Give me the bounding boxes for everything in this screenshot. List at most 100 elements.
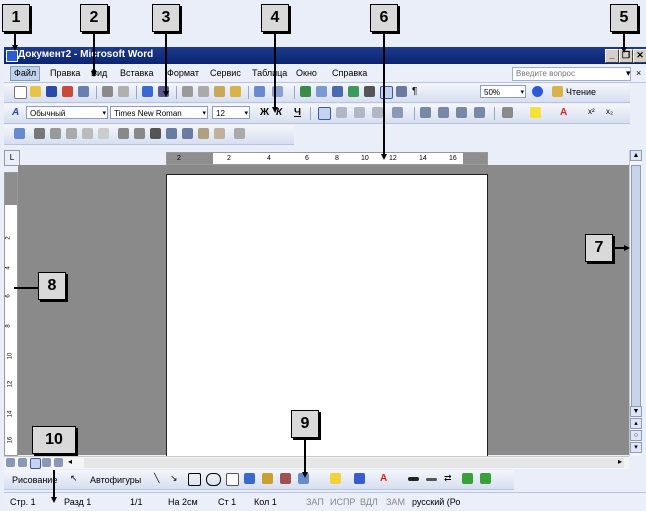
underline-button[interactable]: Ч bbox=[294, 107, 305, 118]
font-color-icon[interactable]: A bbox=[560, 107, 571, 118]
oval-icon[interactable] bbox=[206, 473, 221, 486]
print-icon[interactable] bbox=[102, 86, 113, 97]
compress-icon[interactable] bbox=[166, 128, 177, 139]
tables-borders-icon[interactable] bbox=[316, 86, 327, 97]
status-ovr[interactable]: ЗАМ bbox=[386, 497, 405, 507]
minimize-button[interactable]: _ bbox=[605, 49, 619, 63]
decrease-indent-icon[interactable] bbox=[456, 107, 467, 118]
new-icon[interactable] bbox=[14, 86, 27, 99]
status-ext[interactable]: ВДЛ bbox=[360, 497, 378, 507]
ask-question-input[interactable]: Введите вопрос bbox=[512, 67, 631, 81]
open-icon[interactable] bbox=[30, 86, 41, 97]
menu-help[interactable]: Справка bbox=[332, 68, 367, 78]
shadow-style-icon[interactable] bbox=[462, 473, 473, 484]
ask-dropdown-icon[interactable]: ▾ bbox=[626, 68, 631, 79]
3d-style-icon[interactable] bbox=[480, 473, 491, 484]
web-view-icon[interactable] bbox=[18, 458, 27, 467]
line-style-icon[interactable] bbox=[408, 477, 419, 481]
show-hide-icon[interactable]: ¶ bbox=[412, 86, 423, 97]
wordart-icon[interactable] bbox=[244, 473, 255, 484]
normal-view-icon[interactable] bbox=[6, 458, 15, 467]
align-right-icon[interactable] bbox=[354, 107, 365, 118]
style-select[interactable]: Обычный ▾ bbox=[26, 106, 108, 119]
clipart-icon[interactable] bbox=[280, 473, 291, 484]
dash-style-icon[interactable] bbox=[426, 478, 437, 481]
highlight-icon[interactable] bbox=[530, 107, 541, 118]
help-icon[interactable] bbox=[532, 86, 543, 97]
insert-picture-icon[interactable] bbox=[14, 128, 25, 139]
scroll-left-button[interactable]: ◂ bbox=[68, 457, 79, 468]
next-page-button[interactable]: ▾ bbox=[630, 442, 642, 453]
insert-table-icon[interactable] bbox=[332, 86, 343, 97]
vertical-scroll-thumb[interactable] bbox=[631, 165, 641, 417]
format-picture-icon[interactable] bbox=[198, 128, 209, 139]
reading-icon[interactable] bbox=[552, 86, 563, 97]
undo-icon[interactable] bbox=[254, 86, 265, 97]
horizontal-scrollbar[interactable]: ◂ ▸ bbox=[4, 456, 629, 469]
vertical-scrollbar[interactable]: ▲ ▼ ▴ ○ ▾ bbox=[629, 150, 642, 456]
hyperlink-icon[interactable] bbox=[300, 86, 311, 97]
horizontal-scroll-thumb[interactable] bbox=[84, 458, 624, 468]
outline-view-icon[interactable] bbox=[42, 458, 51, 467]
bullets-icon[interactable] bbox=[438, 107, 449, 118]
text-box-icon[interactable] bbox=[226, 473, 239, 486]
menu-window[interactable]: Окно bbox=[296, 68, 317, 78]
crop-icon[interactable] bbox=[118, 128, 129, 139]
email-icon[interactable] bbox=[78, 86, 89, 97]
less-contrast-icon[interactable] bbox=[66, 128, 77, 139]
menu-edit[interactable]: Правка bbox=[50, 68, 80, 78]
scroll-right-button[interactable]: ▸ bbox=[618, 457, 629, 468]
line-spacing-icon[interactable] bbox=[392, 107, 403, 118]
reset-picture-icon[interactable] bbox=[234, 128, 245, 139]
format-painter-icon[interactable] bbox=[230, 86, 241, 97]
rotate-icon[interactable] bbox=[134, 128, 145, 139]
draw-font-color-icon[interactable]: A bbox=[380, 473, 391, 484]
borders-icon[interactable] bbox=[502, 107, 513, 118]
numbering-icon[interactable] bbox=[420, 107, 431, 118]
doc-close-button[interactable]: × bbox=[636, 68, 641, 78]
permission-icon[interactable] bbox=[62, 86, 73, 97]
menu-file[interactable]: Файл bbox=[10, 66, 41, 81]
print-preview-icon[interactable] bbox=[118, 86, 129, 97]
rectangle-icon[interactable] bbox=[188, 473, 201, 486]
menu-insert[interactable]: Вставка bbox=[120, 68, 153, 78]
cut-icon[interactable] bbox=[182, 86, 193, 97]
previous-page-button[interactable]: ▴ bbox=[630, 418, 642, 429]
scroll-down-button[interactable]: ▼ bbox=[630, 406, 642, 417]
diagram-icon[interactable] bbox=[262, 473, 273, 484]
status-rec[interactable]: ЗАП bbox=[306, 497, 324, 507]
align-center-icon[interactable] bbox=[336, 107, 347, 118]
word-app-icon[interactable] bbox=[6, 50, 18, 62]
autoshapes-menu-button[interactable]: Автофигуры bbox=[90, 475, 141, 485]
copy-icon[interactable] bbox=[198, 86, 209, 97]
more-contrast-icon[interactable] bbox=[50, 128, 61, 139]
line-style-icon[interactable] bbox=[150, 128, 161, 139]
select-objects-icon[interactable]: ↖ bbox=[70, 473, 81, 484]
align-left-icon[interactable] bbox=[318, 107, 331, 120]
scroll-up-button[interactable]: ▲ bbox=[630, 150, 642, 161]
less-brightness-icon[interactable] bbox=[98, 128, 109, 139]
print-layout-icon[interactable] bbox=[30, 458, 41, 469]
reading-view-icon[interactable] bbox=[54, 458, 63, 467]
menu-format[interactable]: Формат bbox=[167, 68, 199, 78]
columns-icon[interactable] bbox=[364, 86, 375, 97]
menu-tools[interactable]: Сервис bbox=[210, 68, 241, 78]
zoom-select[interactable]: 50% ▾ bbox=[480, 85, 526, 98]
fill-color-icon[interactable] bbox=[330, 473, 341, 484]
arrow-style-icon[interactable]: ⇄ bbox=[444, 473, 455, 484]
bold-button[interactable]: Ж bbox=[260, 107, 271, 118]
paste-icon[interactable] bbox=[214, 86, 225, 97]
vertical-ruler[interactable]: 2 4 6 8 10 12 14 16 bbox=[4, 172, 18, 456]
tab-selector[interactable]: L bbox=[4, 150, 20, 166]
menu-table[interactable]: Таблица bbox=[252, 68, 287, 78]
justify-icon[interactable] bbox=[372, 107, 383, 118]
close-button[interactable]: ✕ bbox=[633, 49, 646, 63]
status-trk[interactable]: ИСПР bbox=[330, 497, 355, 507]
subscript-icon[interactable]: x₂ bbox=[606, 107, 617, 118]
insert-excel-icon[interactable] bbox=[348, 86, 359, 97]
transparent-color-icon[interactable] bbox=[214, 128, 225, 139]
drawing-menu-button[interactable]: Рисование bbox=[12, 475, 57, 485]
line-icon[interactable]: ╲ bbox=[154, 473, 165, 484]
arrow-icon[interactable]: ↘ bbox=[170, 473, 181, 484]
save-icon[interactable] bbox=[46, 86, 57, 97]
